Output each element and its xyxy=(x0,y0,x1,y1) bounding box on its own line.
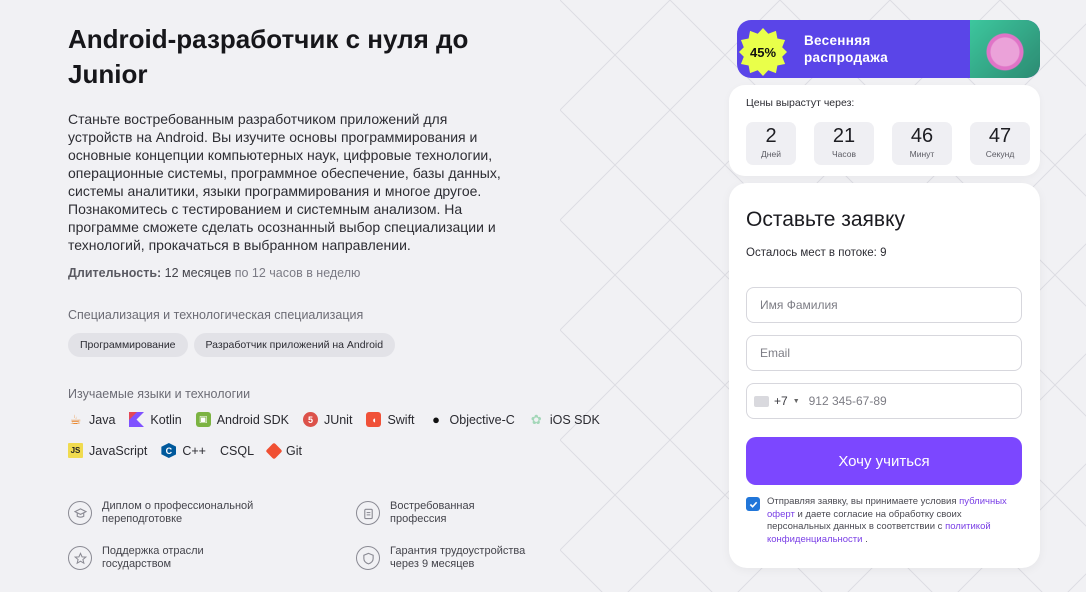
countdown-timer: Цены вырастут через: 2 Дней 21 Часов 46 … xyxy=(729,85,1040,176)
tech-ios-sdk: ✿ iOS SDK xyxy=(529,412,600,427)
ios-sdk-icon: ✿ xyxy=(530,411,542,427)
consent-checkbox[interactable] xyxy=(746,497,760,511)
timer-days: 2 Дней xyxy=(746,122,796,165)
star-icon xyxy=(68,546,92,570)
tech-java: ☕ Java xyxy=(69,411,116,427)
clipboard-icon xyxy=(356,501,380,525)
swift-icon: ◖ xyxy=(366,412,382,427)
timer-minutes: 46 Минут xyxy=(892,122,952,165)
spots-value: 9 xyxy=(880,247,887,259)
tech-junit: 5 JUnit xyxy=(302,412,352,427)
tech-javascript: JS JavaScript xyxy=(68,443,147,458)
timer-boxes: 2 Дней 21 Часов 46 Минут 47 Секунд xyxy=(746,122,1030,165)
technologies-heading: Изучаемые языки и технологии xyxy=(68,387,251,401)
timer-heading: Цены вырастут через: xyxy=(746,97,855,109)
timer-seconds: 47 Секунд xyxy=(970,122,1030,165)
name-input[interactable] xyxy=(746,287,1022,323)
shield-icon xyxy=(356,546,380,570)
git-icon xyxy=(265,442,283,459)
country-flag-icon[interactable] xyxy=(754,395,769,407)
checkmark-icon xyxy=(749,501,757,508)
email-input[interactable] xyxy=(746,335,1022,371)
promo-text: Весенняя распродажа xyxy=(804,33,889,65)
consent-block: Отправляя заявку, вы принимаете условия … xyxy=(746,496,1022,546)
chip-programming[interactable]: Программирование xyxy=(68,333,188,357)
submit-button[interactable]: Хочу учиться xyxy=(746,437,1022,485)
phone-field[interactable]: +7 ▼ xyxy=(746,383,1022,419)
apple-icon: ● xyxy=(432,412,440,427)
chip-android-developer[interactable]: Разработчик приложений на Android xyxy=(193,333,396,357)
tech-csql: CSQL xyxy=(220,443,255,458)
duration-rate: по 12 часов в неделю xyxy=(234,266,361,280)
course-duration: Длительность: 12 месяцев по 12 часов в н… xyxy=(68,266,360,280)
java-icon: ☕ xyxy=(69,411,82,427)
application-form: Оставьте заявку Осталось мест в потоке: … xyxy=(729,183,1040,568)
feature-employment-guarantee: Гарантия трудоустройства через 9 месяцев xyxy=(356,545,586,571)
javascript-icon: JS xyxy=(68,443,83,458)
technologies-row-1: ☕ Java Kotlin ▣ Android SDK 5 JUnit ◖ Sw… xyxy=(68,412,600,427)
feature-state-support: Поддержка отрасли государством xyxy=(68,545,298,571)
course-description: Станьте востребованным разработчиком при… xyxy=(68,111,501,253)
specialization-chips: Программирование Разработчик приложений … xyxy=(68,333,396,357)
promo-banner[interactable]: 45% Весенняя распродажа xyxy=(737,20,1040,78)
course-title: Android-разработчик с нуля до Junior xyxy=(68,24,469,89)
junit-icon: 5 xyxy=(302,412,318,427)
feature-demand: Востребованная профессия xyxy=(356,500,586,526)
tech-kotlin: Kotlin xyxy=(129,412,182,427)
feature-diploma: Диплом о профессиональной переподготовке xyxy=(68,500,298,526)
technologies-row-2: JS JavaScript C C++ CSQL Git xyxy=(68,442,302,459)
android-icon: ▣ xyxy=(195,412,211,427)
phone-input[interactable] xyxy=(808,394,1009,408)
timer-hours: 21 Часов xyxy=(814,122,874,165)
spots-remaining: Осталось мест в потоке: 9 xyxy=(746,247,887,259)
specialization-heading: Специализация и технологическая специали… xyxy=(68,308,364,322)
form-heading: Оставьте заявку xyxy=(746,208,906,231)
phone-country-code[interactable]: +7 xyxy=(774,394,788,408)
duration-label: Длительность: xyxy=(68,266,162,280)
chevron-down-icon[interactable]: ▼ xyxy=(793,398,800,405)
duration-value: 12 месяцев xyxy=(164,266,232,280)
tech-cpp: C C++ xyxy=(161,443,206,458)
tech-swift: ◖ Swift xyxy=(366,412,415,427)
cpp-icon: C xyxy=(161,443,177,458)
consent-text: Отправляя заявку, вы принимаете условия … xyxy=(767,496,1007,545)
kotlin-icon xyxy=(129,412,145,427)
tech-android-sdk: ▣ Android SDK xyxy=(195,412,289,427)
graduation-cap-icon xyxy=(68,501,92,525)
discount-badge: 45% xyxy=(739,28,787,76)
tech-objective-c: ● Objective-C xyxy=(429,412,515,427)
tech-git: Git xyxy=(265,442,302,459)
